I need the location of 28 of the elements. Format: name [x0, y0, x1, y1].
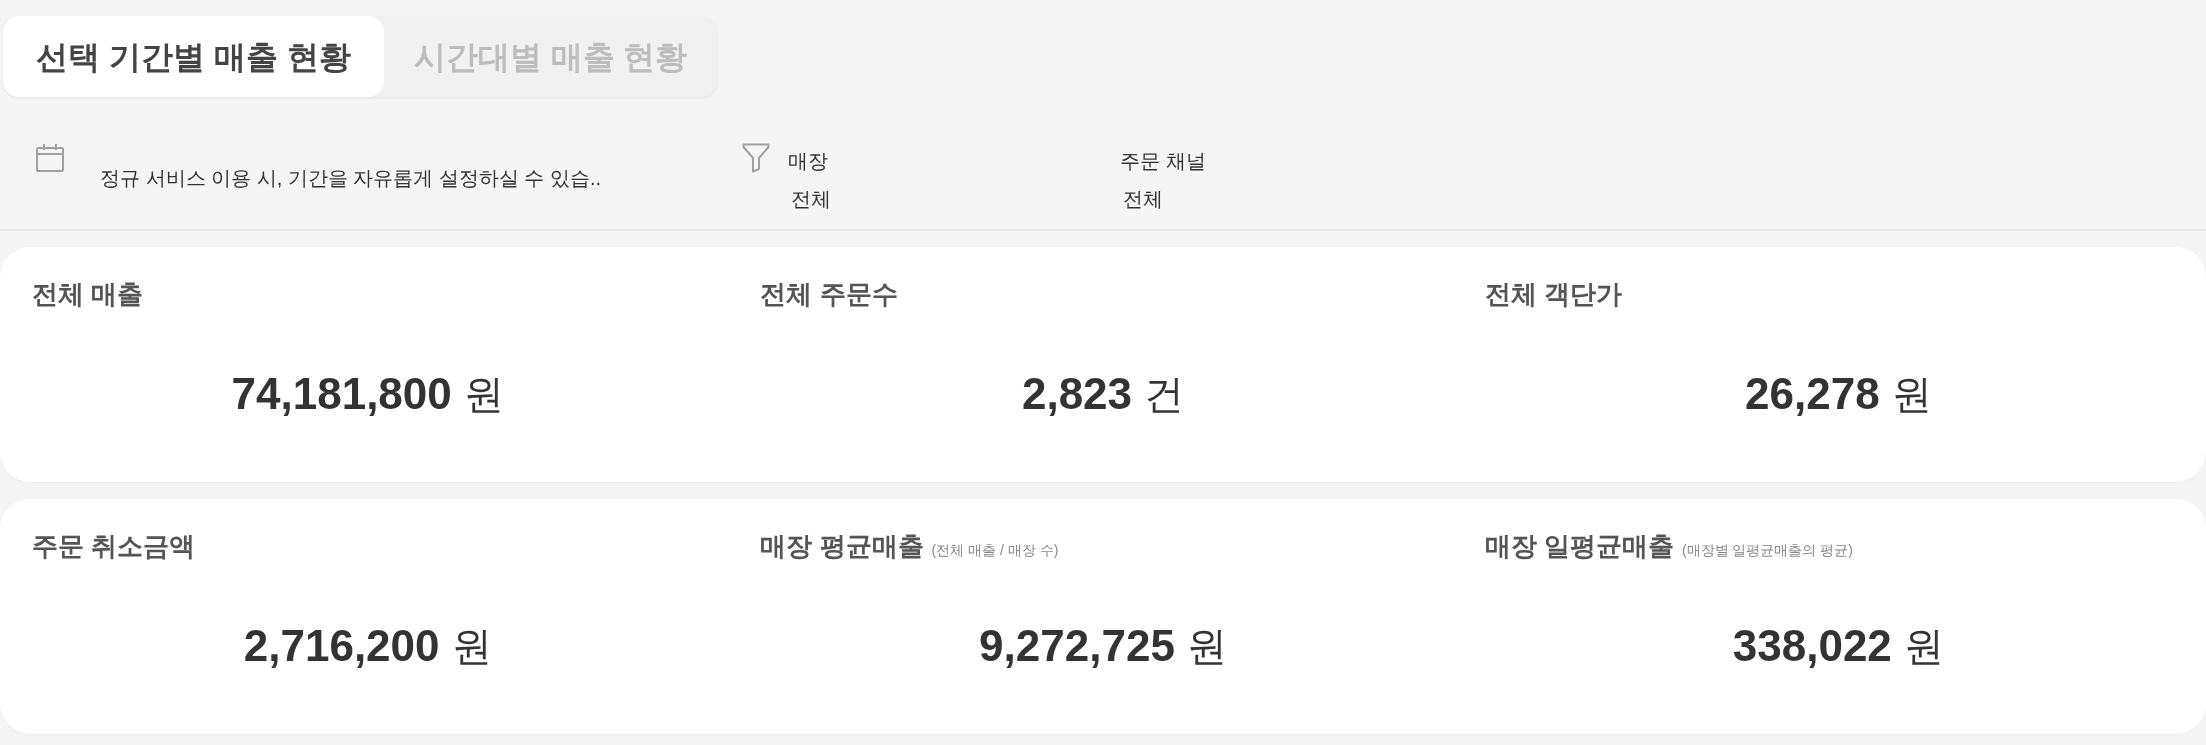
metric-note: (전체 매출 / 매장 수) [931, 541, 1059, 560]
metric-value: 9,272,725 [979, 620, 1175, 672]
metric-title: 매장 평균매출 [760, 530, 924, 563]
metric-unit: 원 [1903, 623, 1944, 670]
metric-unit: 건 [1144, 371, 1185, 418]
metric-title: 전체 객단가 [1484, 278, 1622, 311]
metric-unit: 원 [1891, 371, 1932, 418]
filter-label: 매장 [788, 149, 828, 174]
metric-value: 2,823 [1021, 368, 1133, 420]
filter-icon [742, 143, 770, 173]
metric-note: (매장별 일평균매출의 평균) [1681, 541, 1853, 560]
calendar-icon[interactable] [35, 143, 65, 173]
metric-title: 전체 주문수 [760, 278, 898, 311]
filter-label: 주문 채널 [1120, 149, 1206, 174]
metric-value: 2,716,200 [243, 620, 440, 672]
metric-value: 26,278 [1745, 368, 1880, 420]
metric-unit: 원 [463, 371, 504, 418]
filter-select[interactable]: 전체 [1120, 186, 1163, 212]
metric-value: 74,181,800 [231, 368, 452, 420]
filter-select[interactable]: 전체 [788, 186, 831, 212]
tab[interactable]: 선택 기간별 매출 현황 [3, 16, 384, 97]
date-range-field[interactable]: 정규 서비스 이용 시, 기간을 자유롭게 설정하실 수 있습.. [100, 163, 602, 193]
metric-title: 주문 취소금액 [32, 530, 196, 563]
metric-title: 전체 매출 [32, 278, 144, 311]
metric-title: 매장 일평균매출 [1484, 530, 1674, 563]
metric-value: 338,022 [1732, 620, 1892, 672]
metric-unit: 원 [451, 623, 492, 670]
metric-unit: 원 [1186, 623, 1227, 670]
